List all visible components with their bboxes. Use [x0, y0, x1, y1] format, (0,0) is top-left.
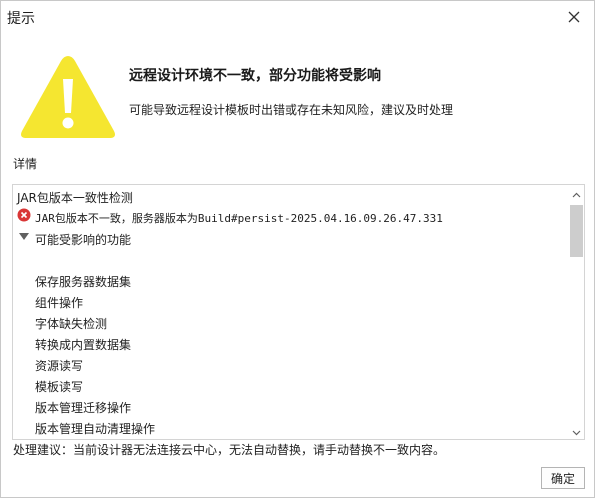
- warning-triangle-icon: [21, 56, 115, 138]
- error-circle-icon: [17, 208, 31, 222]
- scrollbar-thumb[interactable]: [570, 205, 583, 257]
- affected-item: 版本管理自动清理操作: [35, 422, 156, 436]
- affected-item: 模板读写: [35, 380, 84, 394]
- affected-item: 字体缺失检测: [35, 317, 108, 331]
- details-label: 详情: [13, 157, 38, 171]
- affected-item: 保存服务器数据集: [35, 275, 132, 289]
- close-icon: [568, 11, 580, 23]
- handling-suggestion: 处理建议：当前设计器无法连接云中心，无法自动替换，请手动替换不一致内容。: [13, 443, 446, 457]
- details-panel: JAR包版本一致性检测 JAR包版本不一致，服务器版本为Build#persis…: [12, 184, 585, 440]
- affected-item: 组件操作: [35, 296, 84, 310]
- details-content: JAR包版本一致性检测 JAR包版本不一致，服务器版本为Build#persis…: [13, 185, 569, 439]
- warning-description: 可能导致远程设计模板时出错或存在未知风险，建议及时处理: [129, 103, 454, 117]
- chevron-up-icon: [572, 192, 581, 198]
- ok-button[interactable]: 确定: [541, 467, 585, 489]
- close-button[interactable]: [554, 1, 594, 33]
- window-title: 提示: [7, 11, 35, 27]
- warning-dialog: 提示 远程设计环境不一致，部分功能将受影响 可能导致远程设计模板时出错或存在未知…: [0, 0, 595, 498]
- scroll-down-button[interactable]: [569, 425, 584, 439]
- version-mismatch-error: JAR包版本不一致，服务器版本为Build#persist-2025.04.16…: [35, 212, 443, 225]
- check-title: JAR包版本一致性检测: [17, 191, 133, 205]
- affected-item: 版本管理迁移操作: [35, 401, 132, 415]
- affected-features-header[interactable]: 可能受影响的功能: [35, 231, 131, 248]
- scroll-up-button[interactable]: [569, 187, 584, 203]
- affected-item: 转换成内置数据集: [35, 338, 132, 352]
- warning-headline: 远程设计环境不一致，部分功能将受影响: [129, 68, 381, 84]
- chevron-down-icon: [572, 430, 581, 436]
- expand-triangle-icon[interactable]: [19, 233, 29, 241]
- affected-item: 资源读写: [35, 359, 84, 373]
- vertical-scrollbar[interactable]: [569, 185, 584, 439]
- title-bar: 提示: [1, 1, 594, 33]
